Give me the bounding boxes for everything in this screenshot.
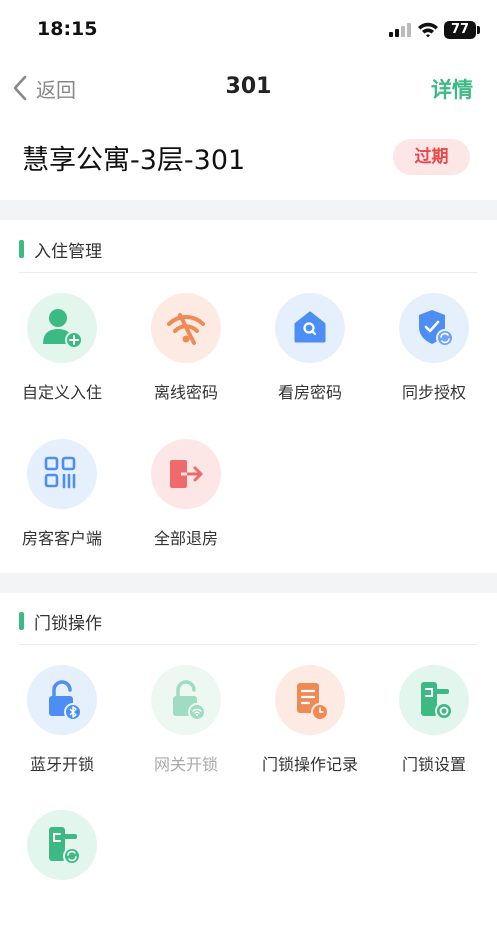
lock-log-label: 门锁操作记录 [261, 755, 358, 774]
page-title: 301 [225, 74, 272, 99]
viewing-password-button[interactable]: 看房密码 [248, 293, 372, 418]
status-time: 18:15 [37, 18, 98, 40]
gateway-unlock-icon [173, 680, 206, 721]
gateway-unlock-button[interactable]: 网关开锁 [124, 665, 248, 790]
signal-icon [389, 23, 411, 37]
custom-checkin-label: 自定义入住 [21, 383, 102, 402]
checkout-icon [170, 460, 203, 488]
status-bar: 18:15 77 [0, 0, 497, 60]
section-marker [19, 240, 24, 258]
checkin-section-header: 入住管理 [0, 223, 497, 273]
add-user-icon [43, 309, 83, 349]
room-name: 慧享公寓-3层-301 [22, 145, 246, 176]
bluetooth-unlock-button[interactable]: 蓝牙开锁 [0, 665, 124, 790]
section-line [19, 272, 478, 273]
qr-code-icon [44, 456, 76, 489]
custom-checkin-button[interactable]: 自定义入住 [0, 293, 124, 418]
bluetooth-unlock-label: 蓝牙开锁 [29, 755, 94, 774]
tenant-client-button[interactable]: 房客客户端 [0, 439, 124, 564]
checkin-section-title: 入住管理 [34, 242, 102, 262]
detail-button[interactable]: 详情 [431, 74, 473, 104]
nav-bar: 返回 301 详情 [0, 62, 497, 114]
battery-cap [477, 26, 480, 34]
viewing-password-label: 看房密码 [277, 383, 342, 402]
checkout-all-button[interactable]: 全部退房 [124, 439, 248, 564]
wifi-off-icon [167, 313, 205, 345]
shield-sync-icon [419, 310, 454, 347]
offline-password-button[interactable]: 离线密码 [124, 293, 248, 418]
bluetooth-unlock-icon [49, 680, 82, 721]
lock-section-header: 门锁操作 [0, 595, 497, 645]
lock-sync-button[interactable] [0, 810, 124, 935]
section-line [19, 644, 478, 645]
lock-sync-icon [49, 827, 81, 865]
wifi-icon [418, 22, 438, 38]
gateway-unlock-label: 网关开锁 [153, 755, 218, 774]
checkout-all-label: 全部退房 [153, 529, 218, 548]
section-divider [0, 573, 497, 593]
sync-authorization-button[interactable]: 同步授权 [372, 293, 496, 418]
offline-password-label: 离线密码 [153, 383, 218, 402]
lock-log-button[interactable]: 门锁操作记录 [248, 665, 372, 790]
section-divider [0, 200, 497, 220]
room-header: 慧享公寓-3层-301 过期 [0, 128, 497, 188]
lock-settings-button[interactable]: 门锁设置 [372, 665, 496, 790]
status-badge: 过期 [393, 139, 470, 175]
lock-section-title: 门锁操作 [34, 614, 102, 634]
battery-indicator: 77 [444, 21, 476, 39]
section-marker [19, 612, 24, 630]
house-search-icon [294, 311, 326, 343]
tenant-client-label: 房客客户端 [21, 529, 102, 548]
lock-log-icon [297, 683, 329, 721]
sync-authorization-label: 同步授权 [401, 383, 466, 402]
lock-settings-label: 门锁设置 [401, 755, 466, 774]
lock-settings-icon [421, 682, 453, 720]
